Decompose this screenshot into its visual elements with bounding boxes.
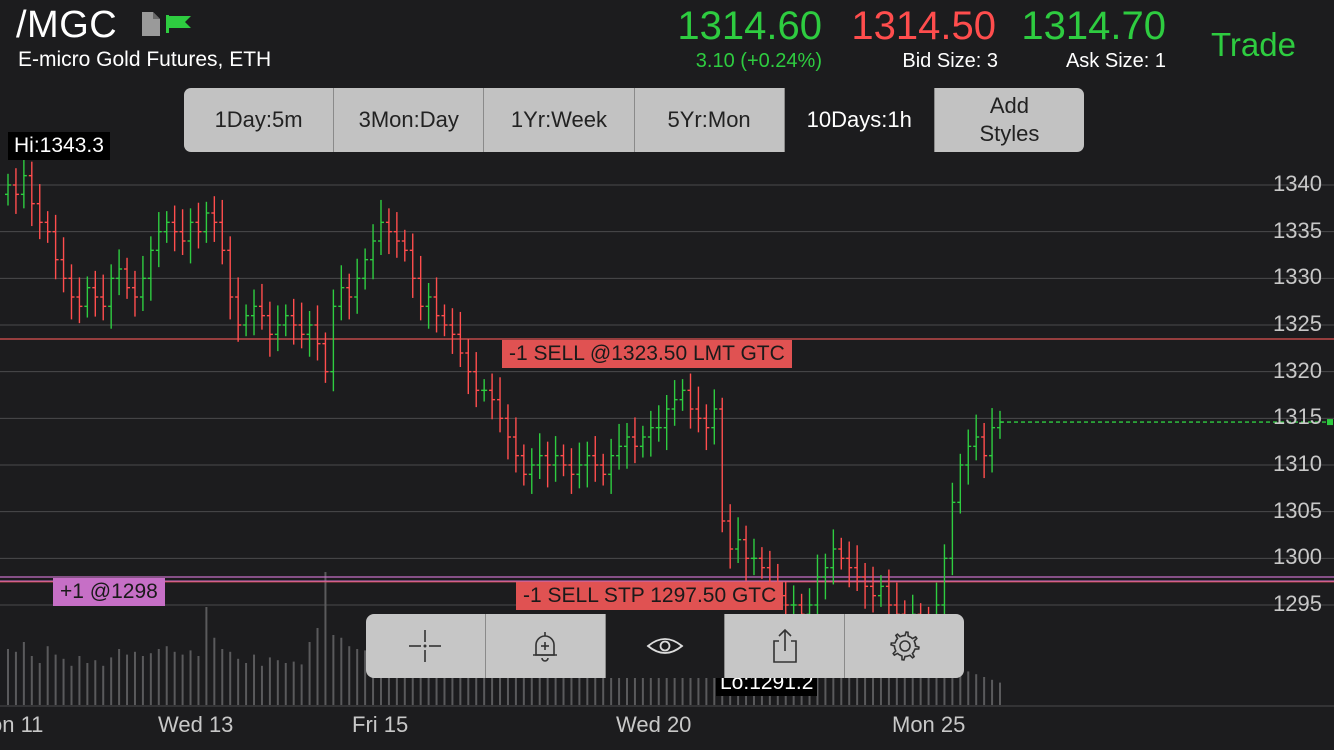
y-axis-tick-label: 1325 bbox=[1273, 311, 1322, 336]
y-axis-tick-label: 1330 bbox=[1273, 264, 1322, 290]
y-axis-tick-label: 1300 bbox=[1273, 544, 1322, 570]
y-axis-tick-label: 1335 bbox=[1273, 217, 1322, 243]
y-axis-tick-label: 1295 bbox=[1273, 591, 1322, 616]
bid-size: Bid Size: 3 bbox=[902, 50, 998, 72]
flag-icon[interactable] bbox=[166, 15, 192, 33]
high-label: Hi:1343.3 bbox=[8, 132, 110, 160]
range-1day-5m[interactable]: 1Day:5m bbox=[184, 88, 335, 152]
sell-stop-order-tag[interactable]: -1 SELL STP 1297.50 GTC bbox=[516, 582, 784, 610]
range-5yr-mon[interactable]: 5Yr:Mon bbox=[635, 88, 785, 152]
sell-limit-order-tag[interactable]: -1 SELL @1323.50 LMT GTC bbox=[502, 340, 792, 368]
last-price-marker bbox=[1327, 419, 1333, 426]
share-button[interactable] bbox=[725, 614, 846, 678]
range-1yr-week[interactable]: 1Yr:Week bbox=[484, 88, 635, 152]
x-axis-tick-label: Mon 25 bbox=[892, 712, 966, 737]
net-change: 3.10 (+0.24%) bbox=[695, 50, 822, 72]
trade-button[interactable]: Trade bbox=[1211, 26, 1296, 64]
last-price: 1314.60 bbox=[677, 4, 822, 48]
settings-button[interactable] bbox=[845, 614, 964, 678]
symbol-title: /MGC bbox=[16, 4, 118, 46]
add-styles-button[interactable]: Add Styles bbox=[935, 88, 1084, 152]
y-axis-tick-label: 1340 bbox=[1273, 171, 1322, 196]
ask-price: 1314.70 bbox=[1021, 4, 1166, 48]
range-10days-1h[interactable]: 10Days:1h bbox=[784, 88, 935, 152]
crosshair-icon bbox=[409, 630, 442, 662]
y-axis-tick-label: 1310 bbox=[1273, 451, 1322, 476]
crosshair-button[interactable] bbox=[366, 614, 486, 678]
y-axis-tick-label: 1315 bbox=[1273, 404, 1322, 430]
alert-bell-icon bbox=[533, 632, 558, 662]
gear-icon bbox=[889, 631, 920, 661]
share-icon bbox=[772, 628, 797, 663]
document-icon[interactable] bbox=[140, 12, 160, 36]
x-axis-tick-label: Fri 15 bbox=[352, 712, 409, 737]
x-axis-tick-label: Wed 13 bbox=[158, 712, 234, 737]
visibility-button[interactable] bbox=[605, 614, 726, 678]
x-axis-tick-label: Wed 20 bbox=[616, 712, 692, 737]
y-axis-tick-label: 1320 bbox=[1273, 357, 1322, 383]
chart-toolbar bbox=[366, 614, 964, 678]
range-3mon-day[interactable]: 3Mon:Day bbox=[334, 88, 485, 152]
y-axis-tick-label: 1305 bbox=[1273, 497, 1322, 523]
alert-button[interactable] bbox=[486, 614, 606, 678]
ask-size: Ask Size: 1 bbox=[1065, 50, 1166, 72]
eye-icon bbox=[646, 638, 684, 654]
instrument-description: E-micro Gold Futures, ETH bbox=[18, 48, 272, 71]
time-range-selector: 1Day:5m 3Mon:Day 1Yr:Week 5Yr:Mon 10Days… bbox=[184, 88, 1084, 152]
bid-price: 1314.50 bbox=[851, 4, 996, 48]
x-axis-tick-label: on 11 bbox=[0, 712, 44, 737]
position-tag[interactable]: +1 @1298 bbox=[53, 578, 165, 606]
